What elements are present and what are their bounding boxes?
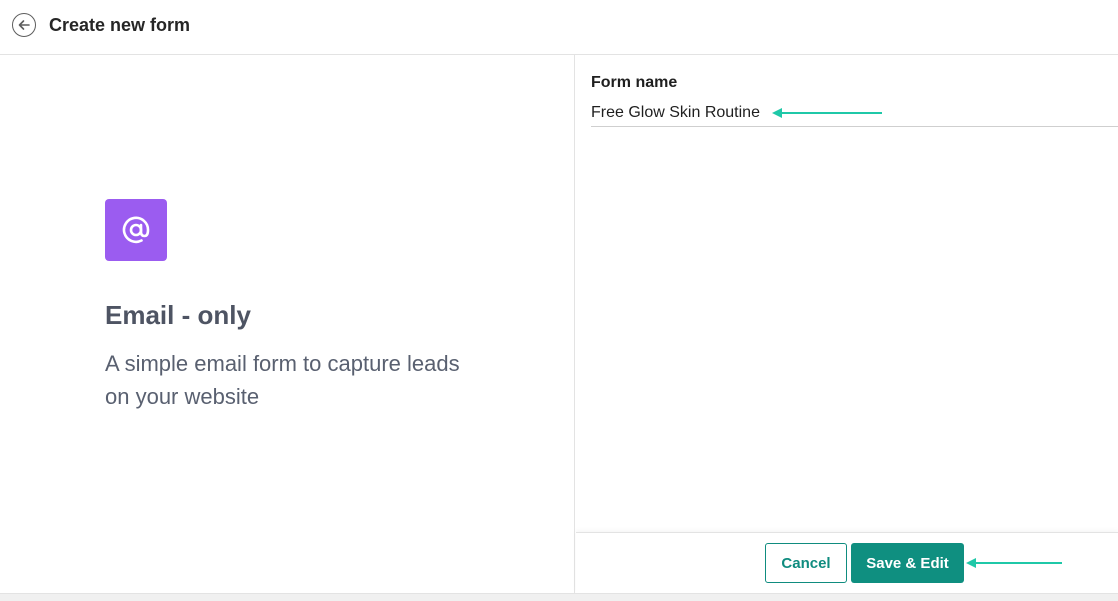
bottom-divider	[0, 593, 1118, 601]
form-settings-panel: Form name Cancel Save & Edit	[576, 55, 1118, 593]
form-name-label: Form name	[591, 74, 678, 91]
form-footer: Cancel Save & Edit	[576, 532, 1118, 593]
template-description: A simple email form to capture leads on …	[105, 351, 460, 409]
save-and-edit-button[interactable]: Save & Edit	[851, 543, 964, 583]
cancel-button[interactable]: Cancel	[765, 543, 847, 583]
page-header: Create new form	[0, 0, 1118, 55]
template-title: Email - only	[105, 300, 251, 330]
page-title: Create new form	[49, 15, 191, 35]
back-button[interactable]	[12, 13, 36, 37]
template-preview-panel: Email - only A simple email form to capt…	[0, 55, 575, 593]
template-icon-tile	[105, 199, 167, 261]
annotation-arrow-icon	[966, 558, 1062, 568]
at-sign-icon	[122, 216, 150, 244]
annotation-arrow-icon	[772, 108, 882, 118]
arrow-left-circle-icon	[18, 20, 30, 30]
